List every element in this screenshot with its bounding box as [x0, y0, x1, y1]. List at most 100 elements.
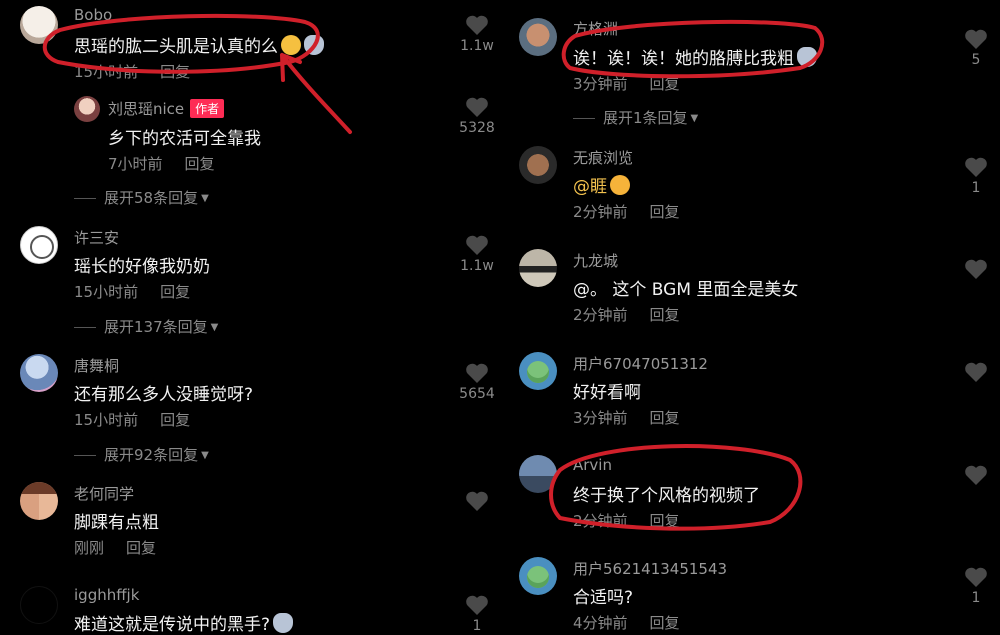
timestamp: 2分钟前: [573, 203, 628, 221]
avatar[interactable]: [20, 482, 58, 520]
reply-button[interactable]: 回复: [650, 75, 680, 93]
reply-button[interactable]: 回复: [650, 409, 680, 427]
reply-button[interactable]: 回复: [160, 283, 190, 301]
username[interactable]: 刘思瑶nice 作者: [108, 98, 225, 119]
username[interactable]: Arvin: [573, 456, 612, 474]
avatar[interactable]: [20, 226, 58, 264]
timestamp: 2分钟前: [573, 512, 628, 530]
like-button[interactable]: 1: [956, 566, 996, 606]
avatar[interactable]: [20, 354, 58, 392]
heart-icon: [466, 491, 488, 511]
username[interactable]: 唐舞桐: [74, 355, 119, 376]
caret-down-icon: ▼: [201, 450, 209, 461]
like-button[interactable]: 1: [457, 594, 497, 634]
avatar[interactable]: [74, 96, 100, 122]
reply-button[interactable]: 回复: [650, 512, 680, 530]
avatar[interactable]: [20, 586, 58, 624]
comment-meta: 4分钟前 回复: [573, 612, 680, 633]
like-button[interactable]: 5: [956, 28, 996, 68]
like-button[interactable]: [956, 361, 996, 383]
comment-meta: 2分钟前 回复: [573, 304, 680, 325]
divider: [74, 455, 96, 456]
expand-replies[interactable]: 展开1条回复 ▼: [573, 107, 698, 128]
heart-icon: [965, 157, 987, 177]
like-button[interactable]: 5328: [457, 96, 497, 136]
comment-meta: 15小时前 回复: [74, 409, 190, 430]
caret-down-icon: ▼: [210, 322, 219, 333]
timestamp: 刚刚: [74, 539, 105, 557]
username[interactable]: 用户67047051312: [573, 353, 708, 374]
username[interactable]: 方格淵: [573, 18, 618, 39]
avatar[interactable]: [519, 352, 557, 390]
reply-button[interactable]: 回复: [126, 539, 156, 557]
username[interactable]: 无痕浏览: [573, 147, 633, 168]
heart-icon: [965, 567, 987, 587]
annotation-arrow: [280, 53, 352, 134]
reply-button[interactable]: 回复: [160, 63, 190, 81]
like-button[interactable]: 1.1w: [457, 14, 497, 54]
avatar[interactable]: [519, 455, 557, 493]
avatar[interactable]: [519, 18, 557, 56]
avatar[interactable]: [519, 557, 557, 595]
expand-replies[interactable]: 展开137条回复 ▼: [74, 316, 218, 337]
heart-icon: [466, 363, 488, 383]
heart-icon: [965, 259, 987, 279]
username[interactable]: igghhffjk: [74, 586, 139, 604]
timestamp: 4分钟前: [573, 614, 628, 632]
caret-down-icon: ▼: [201, 193, 209, 204]
comment-text: 瑶长的好像我奶奶: [74, 257, 210, 277]
heart-eyes-emoji-icon: [610, 175, 630, 195]
caret-down-icon: ▼: [690, 113, 699, 124]
timestamp: 3分钟前: [573, 75, 628, 93]
avatar[interactable]: [519, 146, 557, 184]
like-button[interactable]: [956, 258, 996, 280]
username[interactable]: 用户5621413451543: [573, 558, 727, 579]
reply-button[interactable]: 回复: [185, 155, 215, 173]
like-button[interactable]: [956, 464, 996, 486]
like-count: 1.1w: [460, 258, 494, 274]
timestamp: 2分钟前: [573, 306, 628, 324]
cat-emoji-icon: [273, 613, 294, 633]
heart-icon: [965, 29, 987, 49]
comment-meta: 15小时前 回复: [74, 61, 190, 82]
like-count: 1: [472, 618, 482, 634]
expand-replies[interactable]: 展开58条回复 ▼: [74, 187, 209, 208]
expand-replies[interactable]: 展开92条回复 ▼: [74, 444, 209, 465]
username[interactable]: 九龙城: [573, 250, 618, 271]
divider: [74, 198, 96, 199]
timestamp: 3分钟前: [573, 409, 628, 427]
avatar[interactable]: [20, 6, 58, 44]
like-count: 1.1w: [460, 38, 494, 54]
comment-meta: 2分钟前 回复: [573, 201, 680, 222]
username[interactable]: 许三安: [74, 227, 119, 248]
like-count: 1: [971, 590, 981, 606]
comment-text: 好好看啊: [573, 383, 641, 403]
reply-button[interactable]: 回复: [650, 203, 680, 221]
comment-meta: 15小时前 回复: [74, 281, 190, 302]
avatar[interactable]: [519, 249, 557, 287]
divider: [74, 327, 96, 328]
reply-button[interactable]: 回复: [650, 306, 680, 324]
cat-emoji-icon: [797, 47, 817, 67]
reply-button[interactable]: 回复: [650, 614, 680, 632]
timestamp: 15小时前: [74, 283, 139, 301]
like-button[interactable]: [457, 490, 497, 512]
comment-text: 思瑶的肱二头肌是认真的么: [74, 32, 324, 57]
heart-icon: [466, 235, 488, 255]
comment-text-content: @睚: [573, 177, 607, 197]
heart-icon: [965, 362, 987, 382]
comment-text: 难道这就是传说中的黑手?: [74, 610, 294, 635]
comment-text-content: 思瑶的肱二头肌是认真的么: [74, 37, 278, 57]
username[interactable]: Bobo: [74, 6, 112, 24]
like-count: 5: [971, 52, 981, 68]
heart-icon: [466, 595, 488, 615]
username[interactable]: 老何同学: [74, 483, 134, 504]
reply-button[interactable]: 回复: [160, 411, 190, 429]
comment-meta: 3分钟前 回复: [573, 73, 680, 94]
like-button[interactable]: 5654: [457, 362, 497, 402]
like-button[interactable]: 1.1w: [457, 234, 497, 274]
like-button[interactable]: 1: [956, 156, 996, 196]
comment-text: @。 这个 BGM 里面全是美女: [573, 280, 799, 300]
comment-text: 还有那么多人没睡觉呀?: [74, 385, 254, 405]
divider: [573, 118, 595, 119]
